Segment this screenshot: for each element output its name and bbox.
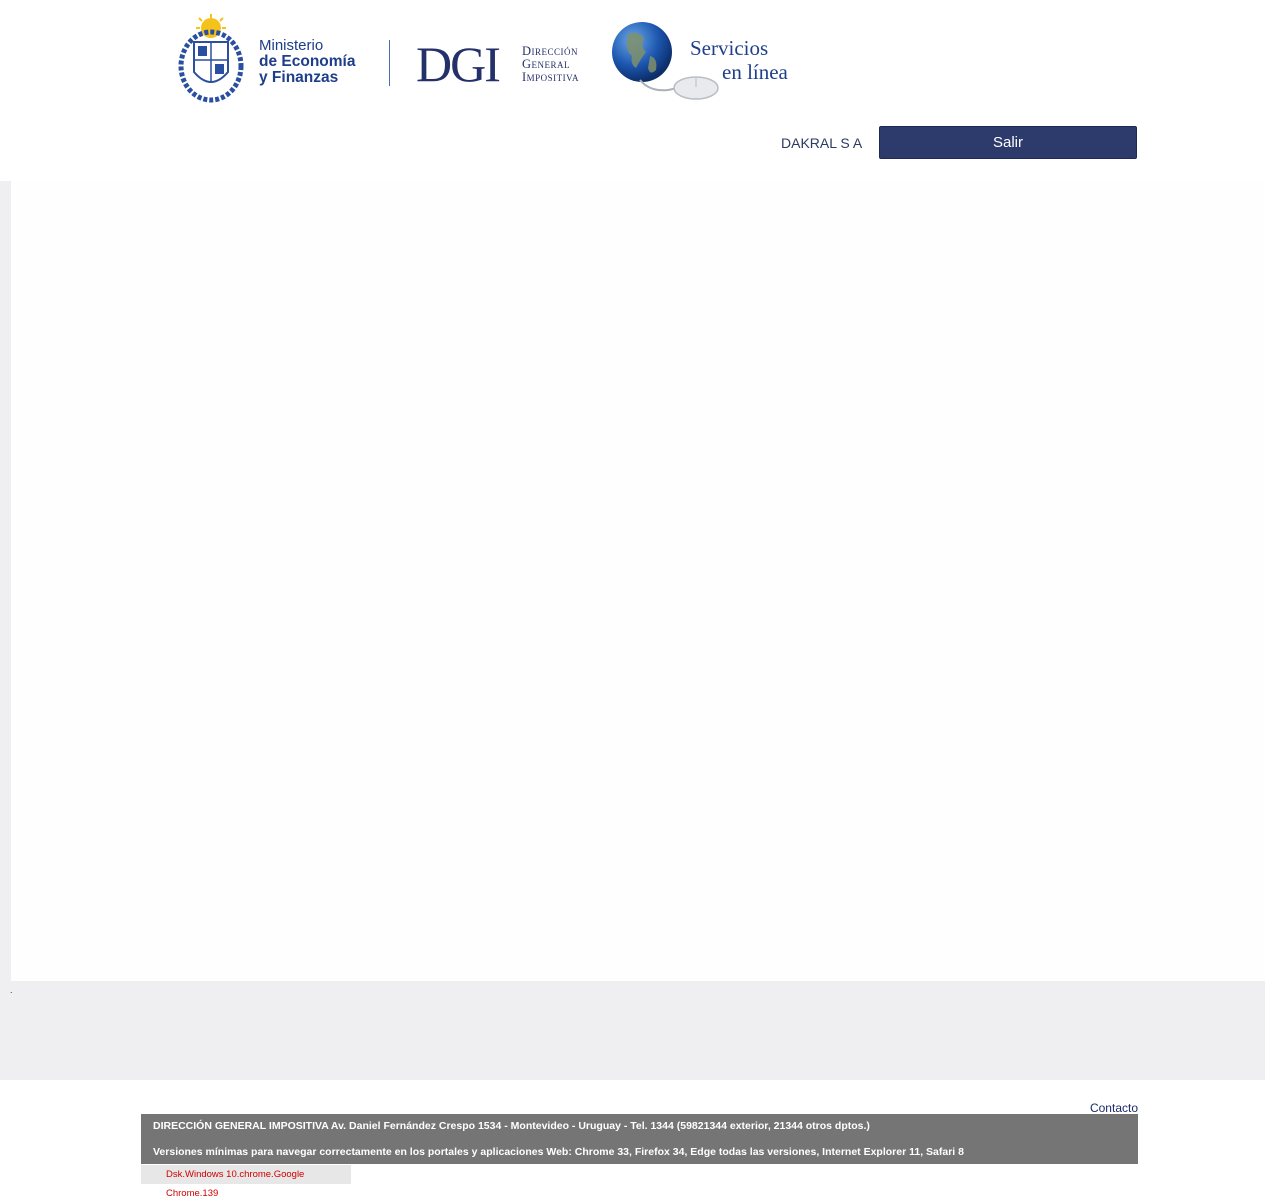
ministry-name: Ministerio de Economía y Finanzas xyxy=(259,38,355,86)
footer-browser-requirements: Versiones mínimas para navegar correctam… xyxy=(153,1146,964,1158)
dgi-line-3: Impositiva xyxy=(522,70,580,84)
ministry-line-2: de Economía xyxy=(259,53,356,70)
footer-address: DIRECCIÓN GENERAL IMPOSITIVA Av. Daniel … xyxy=(153,1120,870,1132)
logged-user-name: DAKRAL S A xyxy=(781,135,863,151)
contact-link[interactable]: Contacto xyxy=(1090,1101,1138,1115)
site-header: Ministerio de Economía y Finanzas DGI Di… xyxy=(0,0,1265,180)
footer-info-bar: DIRECCIÓN GENERAL IMPOSITIVA Av. Daniel … xyxy=(141,1114,1138,1164)
ministry-line-3: y Finanzas xyxy=(259,69,339,86)
logout-button[interactable]: Salir xyxy=(879,126,1137,159)
servicios-line-1: Servicios xyxy=(690,36,769,60)
bottom-band-dot: . xyxy=(10,985,13,995)
left-sidebar-strip xyxy=(0,181,11,981)
servicios-line-2: en línea xyxy=(722,60,788,84)
main-content-area xyxy=(11,181,1265,981)
client-version-badge: Dsk.Windows 10.chrome.Google Chrome.139 xyxy=(141,1165,351,1199)
ministry-line-1: Ministerio xyxy=(259,37,324,54)
dgi-acronym: DGI xyxy=(416,36,501,92)
logo-divider xyxy=(389,40,390,86)
content-bottom-band xyxy=(0,981,1265,1080)
uruguay-coat-of-arms-logo xyxy=(178,14,244,103)
servicios-en-linea-title: Servicios en línea xyxy=(690,36,788,84)
dgi-full-name: Dirección General Impositiva xyxy=(522,45,579,84)
